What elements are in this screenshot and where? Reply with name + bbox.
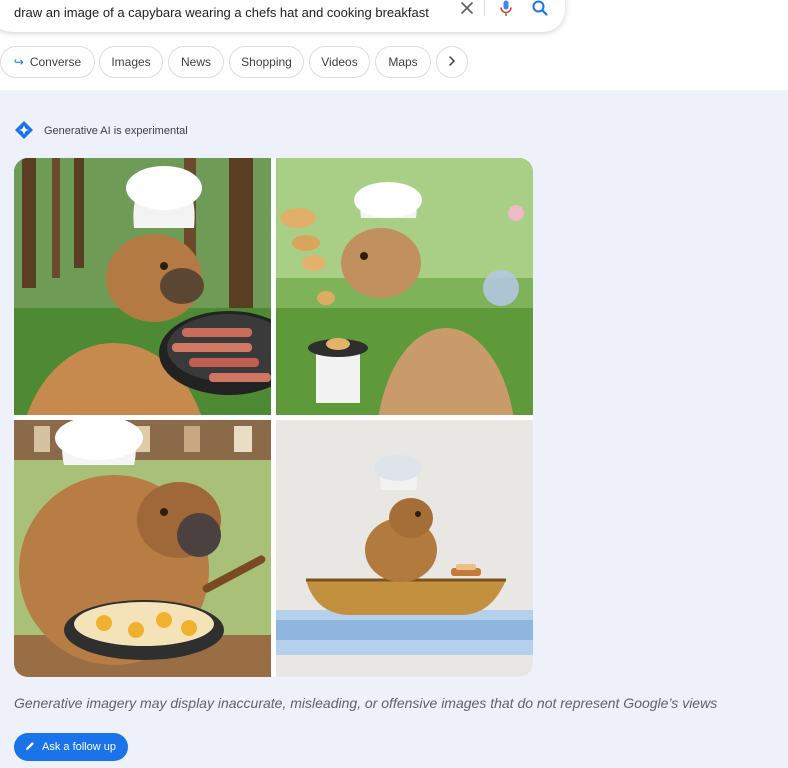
generative-disclaimer: Generative imagery may display inaccurat… — [14, 695, 718, 711]
search-input[interactable]: draw an image of a capybara wearing a ch… — [14, 5, 429, 20]
generative-ai-panel: Generative AI is experimental Generative… — [0, 90, 788, 768]
ask-follow-up-label: Ask a follow up — [42, 741, 116, 753]
tab-label: Maps — [388, 55, 418, 69]
generated-image-2[interactable] — [276, 158, 533, 415]
tab-label: Videos — [321, 55, 358, 69]
tab-converse[interactable]: ↪ Converse — [0, 46, 95, 78]
tab-shopping[interactable]: Shopping — [229, 46, 304, 78]
close-icon[interactable] — [457, 0, 477, 18]
generated-image-grid — [14, 158, 533, 677]
tab-label: Converse — [29, 55, 82, 69]
chevron-right-icon — [446, 55, 458, 70]
tab-news[interactable]: News — [168, 46, 224, 78]
ask-follow-up-button[interactable]: Ask a follow up — [14, 733, 128, 761]
tab-label: Shopping — [241, 55, 292, 69]
tab-label: Images — [111, 55, 151, 69]
generated-image-3[interactable] — [14, 420, 271, 677]
generated-image-1[interactable] — [14, 158, 271, 415]
search-bar[interactable]: draw an image of a capybara wearing a ch… — [0, 0, 565, 32]
generative-ai-label: Generative AI is experimental — [44, 125, 188, 137]
tab-maps[interactable]: Maps — [375, 46, 431, 78]
arrow-return-icon: ↪ — [13, 55, 24, 69]
tabs-more-button[interactable] — [436, 46, 468, 78]
divider — [484, 0, 485, 16]
pencil-icon — [24, 740, 42, 755]
generated-image-4[interactable] — [276, 420, 533, 677]
tab-images[interactable]: Images — [99, 46, 163, 78]
search-icon[interactable] — [530, 0, 550, 18]
generative-ai-header: Generative AI is experimental — [14, 120, 188, 143]
tab-label: News — [180, 55, 211, 69]
microphone-icon[interactable] — [496, 0, 516, 18]
sparkle-icon — [14, 120, 44, 143]
tab-videos[interactable]: Videos — [309, 46, 370, 78]
